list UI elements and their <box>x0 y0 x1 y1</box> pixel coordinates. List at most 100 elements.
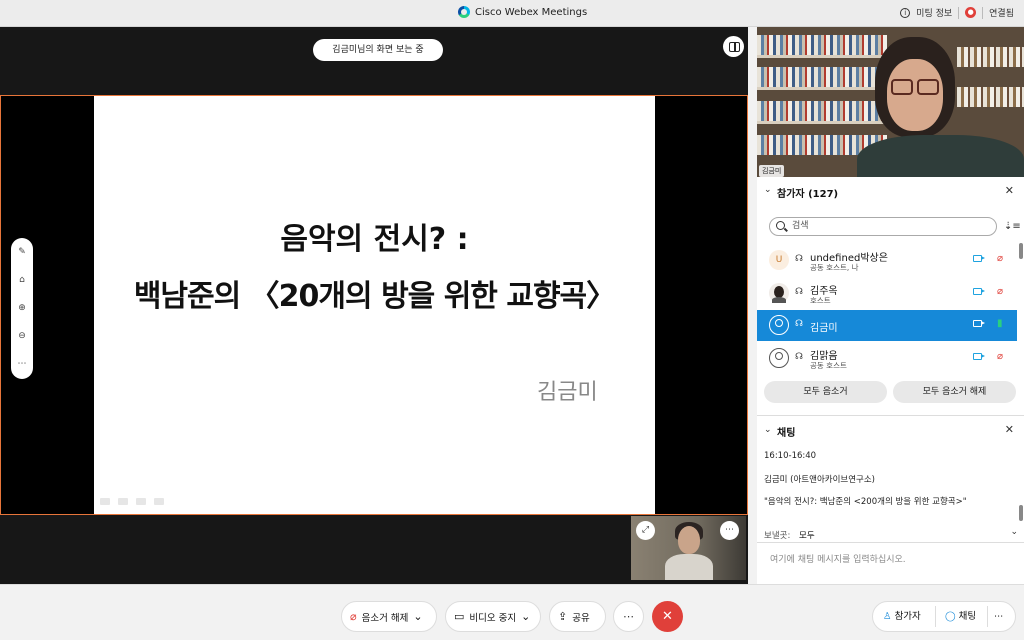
avatar <box>769 283 789 303</box>
mic-muted-icon[interactable]: ⌀ <box>997 253 1003 264</box>
self-view-person-face <box>678 526 700 554</box>
sort-icon[interactable]: ⇣≡ <box>1004 221 1021 232</box>
participant-row-active[interactable]: ☊ 김금미 ▮ <box>757 310 1017 341</box>
chat-message: 16:10-16:40 <box>764 451 817 461</box>
sharing-status-pill: 김금미님의 화면 보는 중 <box>313 39 443 61</box>
participant-role: 호스트 <box>810 296 831 305</box>
annotation-toolbar: ✎ ⌂ ⊕ ⊖ ⋯ <box>11 238 33 379</box>
unmute-button[interactable]: ⌀ 음소거 해제 ⌄ <box>341 601 437 632</box>
video-icon[interactable] <box>973 255 985 262</box>
unmute-label: 음소거 해제 <box>361 612 409 624</box>
bookshelf-row <box>757 67 887 87</box>
ghost-icon <box>154 498 164 505</box>
zoom-in-icon[interactable]: ⊕ <box>18 300 26 317</box>
chat-bubble-icon: ◯ <box>945 611 956 622</box>
mic-active-icon[interactable]: ▮ <box>997 318 1003 329</box>
speaker-glasses <box>891 79 913 95</box>
shelf-board <box>757 55 887 58</box>
bookshelf-row <box>957 87 1024 107</box>
self-view-video[interactable]: ⤢ ⋯ <box>631 516 746 580</box>
participant-name: 김금미 <box>810 323 838 334</box>
participant-search-input[interactable]: 검색 <box>769 217 997 236</box>
zoom-out-icon[interactable]: ⊖ <box>18 328 26 345</box>
recording-icon[interactable]: ● <box>965 7 977 18</box>
avatar: U <box>769 250 789 270</box>
webex-logo-icon <box>458 6 470 18</box>
avatar <box>769 315 789 335</box>
mute-all-button[interactable]: 모두 음소거 <box>764 381 887 403</box>
video-icon[interactable] <box>973 288 985 295</box>
app-title-text: Cisco Webex Meetings <box>475 6 588 18</box>
more-options-button[interactable]: ⋯ <box>613 601 644 632</box>
close-chat-icon[interactable]: ✕ <box>1005 423 1014 436</box>
control-icon[interactable]: ⌂ <box>19 272 25 289</box>
person-icon: ♙ <box>883 611 892 622</box>
speaker-body <box>857 135 1024 177</box>
speaker-glasses <box>917 79 939 95</box>
chat-button-label: 채팅 <box>958 611 977 622</box>
divider <box>987 606 988 627</box>
mic-muted-icon[interactable]: ⌀ <box>997 286 1003 297</box>
slide-ghost-toolbar <box>100 498 164 505</box>
annotate-pen-icon[interactable]: ✎ <box>18 244 26 261</box>
stop-video-button[interactable]: ▭ 비디오 중지 ⌄ <box>445 601 541 632</box>
participants-button-label: 참가자 <box>894 611 921 622</box>
app-title: Cisco Webex Meetings <box>458 6 587 18</box>
self-view-more-button[interactable]: ⋯ <box>720 521 739 540</box>
active-speaker-video[interactable]: 김금미 <box>757 27 1024 177</box>
meeting-info-link[interactable]: 미팅 정보 <box>916 6 952 19</box>
video-icon[interactable] <box>973 353 985 360</box>
chat-message: 김금미 (아트앤아카이브연구소) <box>764 475 875 485</box>
mic-muted-icon: ⌀ <box>350 610 357 623</box>
video-icon[interactable] <box>973 320 985 327</box>
slide-title-line2: 백남준의 〈20개의 방을 위한 교향곡〉 <box>133 279 616 314</box>
participants-panel-button[interactable]: ♙ 참가자 <box>883 602 921 631</box>
search-placeholder: 검색 <box>792 221 809 231</box>
video-camera-icon: ▭ <box>454 610 465 623</box>
title-bar: Cisco Webex Meetings i 미팅 정보 ● 연결됨 <box>0 0 1024 27</box>
more-panels-button[interactable]: ⋯ <box>994 602 1004 631</box>
ghost-icon <box>136 498 146 505</box>
divider <box>935 606 936 627</box>
layout-toggle-button[interactable] <box>723 36 744 57</box>
info-icon[interactable]: i <box>900 7 911 18</box>
chevron-down-icon[interactable]: ⌄ <box>413 610 422 623</box>
unmute-all-button[interactable]: 모두 음소거 해제 <box>893 381 1016 403</box>
connection-status[interactable]: 연결됨 <box>989 6 1014 19</box>
collapse-chevron-icon[interactable]: ⌄ <box>764 425 772 435</box>
audio-connection-icon: ☊ <box>795 319 803 329</box>
leave-meeting-button[interactable]: ✕ <box>652 601 683 632</box>
share-button[interactable]: ⇪ 공유 <box>549 601 606 632</box>
title-right-group: i 미팅 정보 ● 연결됨 <box>900 6 1014 19</box>
avatar <box>769 348 789 368</box>
close-participants-icon[interactable]: ✕ <box>1005 184 1014 197</box>
send-to-select[interactable]: 모두 <box>799 529 815 541</box>
chevron-down-icon[interactable]: ⌄ <box>1010 527 1018 537</box>
participant-row[interactable]: ☊ 김맑음 공동 호스트 ⌀ <box>757 343 1017 374</box>
slide-title-line1: 음악의 전시? : <box>280 222 469 257</box>
fit-screen-icon[interactable]: ⋯ <box>18 356 27 373</box>
send-to-label: 보낼곳: <box>764 531 791 541</box>
collapse-chevron-icon[interactable]: ⌄ <box>764 185 772 195</box>
audio-connection-icon: ☊ <box>795 287 803 297</box>
slide-author: 김금미 <box>537 380 598 405</box>
side-panel: ⌄ 참가자 (127) ✕ 검색 ⇣≡ U ☊ undefined박상은 공동 … <box>757 177 1024 584</box>
self-view-person-body <box>665 554 713 580</box>
participant-row[interactable]: U ☊ undefined박상은 공동 호스트, 나 ⌀ <box>757 245 1017 276</box>
chat-panel-button[interactable]: ◯ 채팅 <box>945 602 976 631</box>
participants-title: 참가자 (127) <box>777 189 839 200</box>
participant-row[interactable]: ☊ 김주옥 호스트 ⌀ <box>757 278 1017 309</box>
participants-scrollbar[interactable] <box>1019 243 1023 259</box>
audio-connection-icon: ☊ <box>795 254 803 264</box>
ghost-icon <box>100 498 110 505</box>
participants-header[interactable]: ⌄ 참가자 (127) ✕ <box>757 177 1024 205</box>
chevron-down-icon[interactable]: ⌄ <box>521 610 530 623</box>
panel-toggle-group: ♙ 참가자 ◯ 채팅 ⋯ <box>872 601 1016 632</box>
expand-self-view-button[interactable]: ⤢ <box>636 521 655 540</box>
chat-input[interactable]: 여기에 채팅 메시지를 입력하십시오. <box>757 542 1024 584</box>
chat-scrollbar[interactable] <box>1019 505 1023 521</box>
speaker-name-tag: 김금미 <box>759 165 785 177</box>
chat-title: 채팅 <box>777 428 796 439</box>
mic-muted-icon[interactable]: ⌀ <box>997 351 1003 362</box>
share-label: 공유 <box>572 612 590 624</box>
